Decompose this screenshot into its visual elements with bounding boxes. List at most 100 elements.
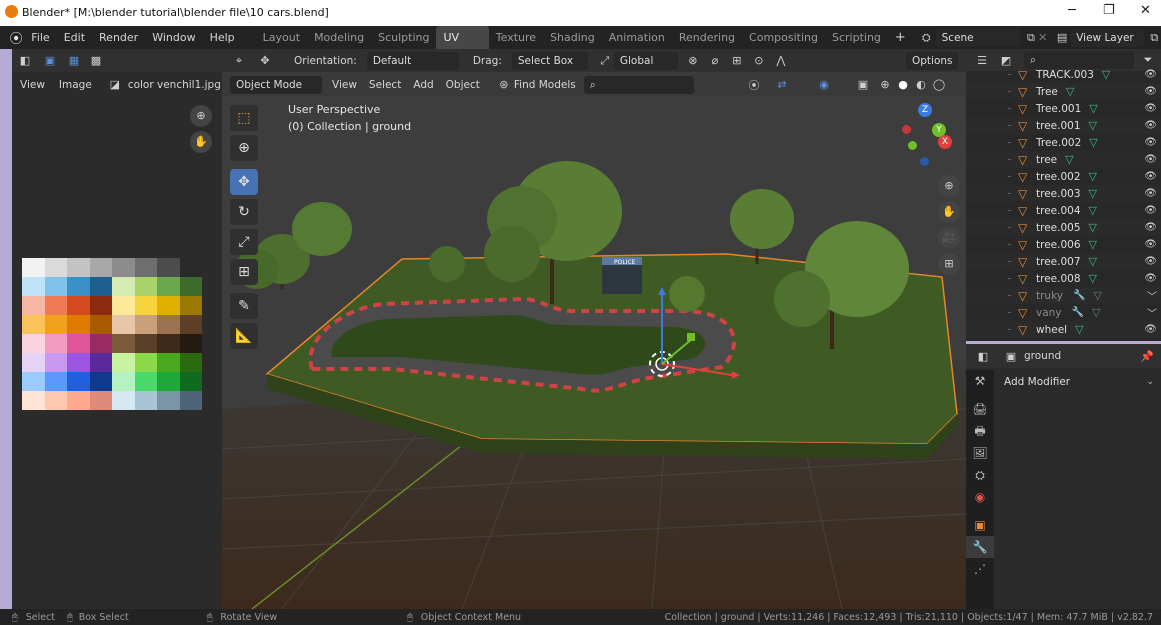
mesh-data-icon[interactable]: ▽ — [1089, 255, 1097, 268]
outliner-item[interactable]: ╴ ▽ Tree.002 ▽ 👁 — [966, 134, 1161, 151]
annotate-tool[interactable]: ✎ — [230, 293, 258, 319]
eye-icon[interactable]: 👁 — [1144, 154, 1157, 165]
shading-rendered-icon[interactable]: ◯ — [930, 78, 948, 91]
tab-uv-editing[interactable]: UV Editing — [436, 26, 489, 67]
scale-tool[interactable]: ⤢ — [230, 229, 258, 255]
image-name[interactable]: color venchil1.jpg — [128, 79, 221, 91]
close-icon[interactable]: ✕ — [1140, 3, 1151, 18]
eye-icon[interactable]: 👁 — [1144, 222, 1157, 233]
new-scene-icon[interactable]: ⧉ — [1024, 31, 1037, 45]
find-models-icon[interactable]: ⊛ — [494, 78, 514, 91]
uv-mode-icon[interactable]: ▩ — [86, 54, 106, 67]
scene-icon[interactable]: ⛭ — [919, 31, 934, 45]
menu-select[interactable]: Select — [369, 79, 401, 91]
overlay-toggle-icon[interactable]: ◉ — [812, 78, 836, 91]
outliner-item[interactable]: ╴ ▽ truky 🔧 ▽ ﹀ — [966, 287, 1161, 304]
eye-icon[interactable]: 👁 — [1144, 188, 1157, 199]
eye-icon[interactable]: 👁 — [1144, 137, 1157, 148]
mesh-data-icon[interactable]: ▽ — [1066, 85, 1074, 98]
mesh-data-icon[interactable]: ▽ — [1089, 170, 1097, 183]
eye-icon[interactable]: 👁 — [1144, 103, 1157, 114]
pin-icon[interactable]: 📌 — [1139, 350, 1155, 363]
axis-neg-x-icon[interactable] — [902, 125, 911, 134]
axis-neg-z-icon[interactable] — [920, 157, 929, 166]
eye-icon[interactable]: 👁 — [1144, 120, 1157, 131]
mesh-data-icon[interactable]: ▽ — [1102, 68, 1110, 81]
snap-target-icon[interactable]: ⊞ — [726, 54, 748, 67]
proportional-edit-icon[interactable]: ⊙ — [748, 54, 770, 67]
camera-view-icon[interactable]: 🎥 — [938, 227, 960, 249]
mesh-data-icon[interactable]: ▽ — [1089, 136, 1097, 149]
outliner-item[interactable]: ╴ ▽ tree.004 ▽ 👁 — [966, 202, 1161, 219]
editor-type-icon[interactable]: ◧ — [12, 54, 38, 67]
mesh-data-icon[interactable]: ▽ — [1065, 153, 1073, 166]
mesh-data-icon[interactable]: ▽ — [1089, 221, 1097, 234]
pan-hand-icon[interactable]: ✋ — [938, 201, 960, 223]
mesh-data-icon[interactable]: ▽ — [1093, 289, 1101, 302]
outliner-item[interactable]: ╴ ▽ tree.008 ▽ 👁 — [966, 270, 1161, 287]
navigation-gizmo[interactable]: Z Y X — [896, 103, 956, 166]
tab-animation[interactable]: Animation — [602, 26, 672, 49]
transform-tool[interactable]: ⊞ — [230, 259, 258, 285]
gizmo-toggle-icon[interactable]: ⇄ — [770, 78, 794, 91]
blender-menu-icon[interactable]: ⦿ — [8, 28, 24, 47]
tab-layout[interactable]: Layout — [256, 26, 307, 49]
view-layer-icon[interactable]: ▤ — [1054, 31, 1070, 44]
tab-shading[interactable]: Shading — [543, 26, 602, 49]
outliner-item[interactable]: ╴ ▽ TRACK.003 ▽ 👁 — [966, 66, 1161, 83]
eye-icon[interactable]: 👁 — [1144, 273, 1157, 284]
menu-object[interactable]: Object — [446, 79, 480, 91]
drag-dropdown[interactable]: Select Box — [511, 51, 588, 70]
eye-icon[interactable]: 👁 — [1144, 205, 1157, 216]
mesh-data-icon[interactable]: ▽ — [1089, 187, 1097, 200]
3d-viewport[interactable]: POLICE ⌖ ✥ Orientation: Default Drag: Se… — [222, 49, 966, 609]
shading-solid-icon[interactable]: ● — [894, 78, 912, 91]
mesh-data-icon[interactable]: ▽ — [1075, 323, 1083, 336]
outliner-item[interactable]: ╴ ▽ tree.007 ▽ 👁 — [966, 253, 1161, 270]
menu-edit[interactable]: Edit — [57, 26, 92, 49]
tab-texture-paint[interactable]: Texture Paint — [489, 26, 543, 67]
outliner-item[interactable]: ╴ ▽ tree.006 ▽ 👁 — [966, 236, 1161, 253]
snap-icon[interactable]: ⌀ — [704, 54, 726, 67]
scene-selector[interactable]: Scene — [935, 28, 1021, 47]
rotate-tool[interactable]: ↻ — [230, 199, 258, 225]
eye-icon[interactable]: 👁 — [1144, 69, 1157, 80]
measure-tool[interactable]: 📐 — [230, 323, 258, 349]
xray-icon[interactable]: ▣ — [852, 78, 874, 91]
restore-icon[interactable]: ❐ — [1103, 3, 1115, 18]
tool-tab-icon[interactable]: ⚒ — [966, 370, 994, 392]
mesh-data-icon[interactable]: ▽ — [1089, 204, 1097, 217]
editor-type-icon[interactable]: ⌖ — [226, 54, 252, 68]
outliner-item[interactable]: ╴ ▽ tree.001 ▽ 👁 — [966, 117, 1161, 134]
outliner-item[interactable]: ╴ ▽ Tree.001 ▽ 👁 — [966, 100, 1161, 117]
find-models-menu[interactable]: Find Models — [514, 79, 576, 91]
minimize-icon[interactable]: ─ — [1068, 3, 1076, 18]
particles-tab-icon[interactable]: ⋰ — [966, 558, 994, 580]
menu-help[interactable]: Help — [203, 26, 242, 49]
transform-orientation-dropdown[interactable]: Global — [613, 51, 678, 70]
filter-icon[interactable]: ⏷ — [1138, 53, 1158, 67]
mesh-data-icon[interactable]: ▽ — [1092, 306, 1100, 319]
tab-modeling[interactable]: Modeling — [307, 26, 371, 49]
outliner-item[interactable]: ╴ ▽ tree ▽ 👁 — [966, 151, 1161, 168]
cursor-tool[interactable]: ⊕ — [230, 135, 258, 161]
outliner-item[interactable]: ╴ ▽ tree.002 ▽ 👁 — [966, 168, 1161, 185]
find-models-search[interactable]: ⌕ — [583, 75, 694, 94]
eye-icon[interactable]: 👁 — [1144, 256, 1157, 267]
outliner-item[interactable]: ╴ ▽ wheel ▽ 👁 — [966, 321, 1161, 338]
select-box-tool[interactable]: ⬚ — [230, 105, 258, 131]
zoom-icon[interactable]: ⊕ — [938, 175, 960, 197]
ortho-toggle-icon[interactable]: ⊞ — [938, 253, 960, 275]
pivot-point-icon[interactable]: ⊗ — [682, 54, 704, 67]
visibility-icon[interactable]: ⦿ — [742, 77, 766, 93]
world-tab-icon[interactable]: ◉ — [966, 486, 994, 508]
eye-closed-icon[interactable]: ﹀ — [1147, 305, 1157, 320]
eye-icon[interactable]: 👁 — [1144, 239, 1157, 250]
axis-x-icon[interactable]: X — [938, 135, 952, 149]
delete-scene-icon[interactable]: ✕ — [1038, 31, 1048, 44]
eye-closed-icon[interactable]: ﹀ — [1147, 288, 1157, 303]
shading-wireframe-icon[interactable]: ⊕ — [876, 78, 894, 91]
pan-hand-icon[interactable]: ✋ — [190, 131, 212, 153]
add-workspace-button[interactable]: + — [888, 26, 913, 49]
uv-sync-icon[interactable]: ▦ — [62, 54, 86, 67]
